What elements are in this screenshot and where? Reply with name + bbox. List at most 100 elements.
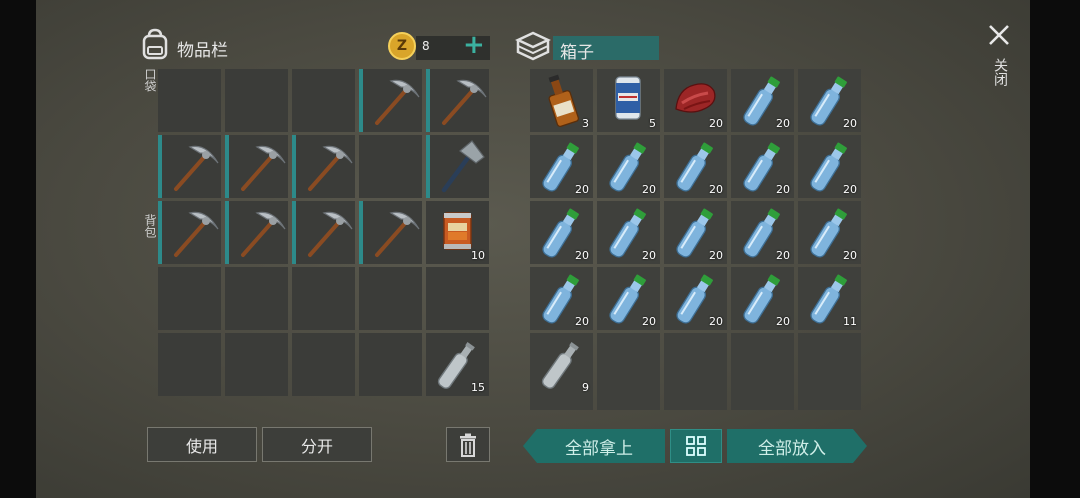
item-quantity: 20 xyxy=(709,249,723,262)
inventory-slot[interactable] xyxy=(359,201,422,264)
inventory-slot[interactable] xyxy=(225,201,288,264)
box-slot[interactable]: 20 xyxy=(664,135,727,198)
close-label: 关闭 xyxy=(992,58,1008,86)
inventory-slot[interactable] xyxy=(292,267,355,330)
use-button[interactable]: 使用 xyxy=(147,427,257,462)
inventory-slot[interactable] xyxy=(359,69,422,132)
inventory-title: 物品栏 xyxy=(177,41,228,61)
item-quantity: 20 xyxy=(843,117,857,130)
item-quantity: 15 xyxy=(471,381,485,394)
box-slot[interactable]: 20 xyxy=(731,135,794,198)
box-slot[interactable]: 20 xyxy=(530,267,593,330)
pickaxe-icon xyxy=(430,69,489,132)
box-slot[interactable]: 20 xyxy=(597,201,660,264)
backpack-label: 背包 xyxy=(143,214,157,238)
box-slot[interactable]: 11 xyxy=(798,267,861,330)
backpack-icon xyxy=(142,28,168,60)
box-slot[interactable]: 20 xyxy=(530,135,593,198)
pickaxe-icon xyxy=(363,201,422,264)
inventory-slot[interactable] xyxy=(359,333,422,396)
inventory-slot[interactable] xyxy=(158,267,221,330)
pickaxe-icon xyxy=(162,135,221,198)
trash-icon xyxy=(460,433,476,457)
box-scroll-hint xyxy=(530,396,862,410)
close-icon xyxy=(989,25,1009,45)
box-slot[interactable] xyxy=(597,333,660,396)
inventory-slot[interactable] xyxy=(158,333,221,396)
box-slot[interactable]: 20 xyxy=(798,69,861,132)
item-quantity: 3 xyxy=(582,117,589,130)
take-all-label: 全部拿上 xyxy=(565,438,633,459)
inventory-slot[interactable] xyxy=(158,201,221,264)
inventory-slot[interactable] xyxy=(225,135,288,198)
item-quantity: 20 xyxy=(642,249,656,262)
item-quantity: 11 xyxy=(843,315,857,328)
item-quantity: 20 xyxy=(709,117,723,130)
inventory-slot[interactable] xyxy=(225,267,288,330)
inventory-slot[interactable] xyxy=(292,135,355,198)
box-slot[interactable] xyxy=(664,333,727,396)
box-slot[interactable]: 20 xyxy=(731,201,794,264)
box-slot[interactable] xyxy=(798,333,861,396)
box-slot[interactable]: 9 xyxy=(530,333,593,396)
put-all-label: 全部放入 xyxy=(758,438,826,459)
box-slot[interactable]: 20 xyxy=(731,267,794,330)
item-quantity: 20 xyxy=(776,315,790,328)
pickaxe-icon xyxy=(162,201,221,264)
close-button[interactable]: 关闭 xyxy=(982,22,1018,102)
inventory-slot[interactable] xyxy=(292,201,355,264)
inventory-slot[interactable] xyxy=(225,69,288,132)
coin-icon: Z xyxy=(388,32,416,60)
box-slot[interactable]: 20 xyxy=(798,201,861,264)
pickaxe-icon xyxy=(229,201,288,264)
inventory-slot[interactable]: 15 xyxy=(426,333,489,396)
add-coins-button[interactable]: + xyxy=(463,30,485,60)
discard-button[interactable] xyxy=(446,427,490,462)
box-slot[interactable]: 20 xyxy=(664,267,727,330)
box-slot[interactable]: 20 xyxy=(731,69,794,132)
pickaxe-icon xyxy=(229,135,288,198)
box-slot[interactable] xyxy=(731,333,794,396)
inventory-slot[interactable] xyxy=(158,135,221,198)
box-slot[interactable]: 20 xyxy=(597,135,660,198)
left-screen-edge xyxy=(0,0,36,498)
split-button[interactable]: 分开 xyxy=(262,427,372,462)
inventory-slot[interactable] xyxy=(292,69,355,132)
inventory-slot[interactable]: 10 xyxy=(426,201,489,264)
pocket-label: 口袋 xyxy=(143,68,157,92)
inventory-slot[interactable] xyxy=(225,333,288,396)
box-slot[interactable]: 20 xyxy=(798,135,861,198)
item-quantity: 10 xyxy=(471,249,485,262)
box-slot[interactable]: 20 xyxy=(664,201,727,264)
box-slot[interactable]: 20 xyxy=(597,267,660,330)
inventory-slot[interactable] xyxy=(292,333,355,396)
inventory-slot[interactable] xyxy=(359,135,422,198)
box-slot[interactable]: 3 xyxy=(530,69,593,132)
put-all-button[interactable]: 全部放入 xyxy=(727,429,867,463)
pickaxe-icon xyxy=(296,135,355,198)
item-quantity: 20 xyxy=(709,183,723,196)
box-slot[interactable]: 20 xyxy=(530,201,593,264)
item-quantity: 20 xyxy=(843,183,857,196)
inventory-slot[interactable] xyxy=(426,69,489,132)
item-quantity: 20 xyxy=(642,315,656,328)
grid-sort-icon xyxy=(686,436,706,456)
inventory-slot[interactable] xyxy=(158,69,221,132)
right-screen-edge xyxy=(1030,0,1080,498)
item-quantity: 20 xyxy=(776,183,790,196)
sort-button[interactable] xyxy=(670,429,722,463)
item-quantity: 5 xyxy=(649,117,656,130)
item-quantity: 20 xyxy=(575,315,589,328)
item-quantity: 9 xyxy=(582,381,589,394)
item-quantity: 20 xyxy=(575,183,589,196)
box-slot[interactable]: 5 xyxy=(597,69,660,132)
pickaxe-icon xyxy=(296,201,355,264)
box-title: 箱子 xyxy=(560,43,594,63)
inventory-slot[interactable] xyxy=(426,135,489,198)
take-all-button[interactable]: 全部拿上 xyxy=(523,429,665,463)
inventory-slot[interactable] xyxy=(359,267,422,330)
pickaxe-icon xyxy=(363,69,422,132)
box-slot[interactable]: 20 xyxy=(664,69,727,132)
inventory-slot[interactable] xyxy=(426,267,489,330)
item-quantity: 20 xyxy=(776,249,790,262)
